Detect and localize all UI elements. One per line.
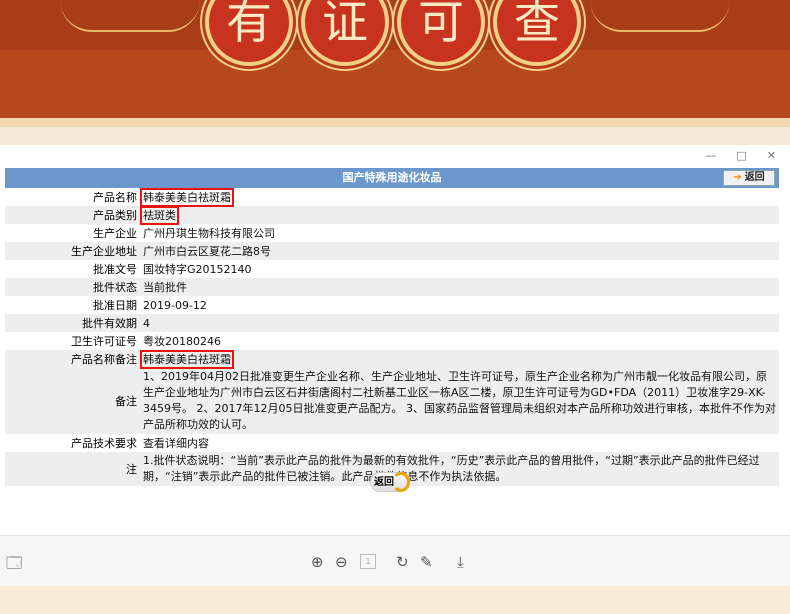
banner-char: 有 — [205, 0, 293, 66]
table-row: 批件有效期 4 — [5, 314, 779, 332]
product-name-value: 韩泰美美白祛斑霜 — [140, 188, 234, 207]
row-label: 批件有效期 — [5, 314, 141, 332]
banner-characters: 有 证 可 查 — [205, 0, 581, 66]
row-label: 批准日期 — [93, 299, 137, 312]
record-title-bar: 国产特殊用途化妆品 ➔ 返回 — [5, 168, 779, 188]
document-window: — □ ✕ 国产特殊用途化妆品 ➔ 返回 产品名称 韩泰美美白祛斑霜 产品类别 祛… — [0, 145, 790, 535]
back-button-bottom[interactable]: 返回 — [370, 472, 410, 492]
close-icon[interactable]: ✕ — [767, 149, 776, 162]
remark-label: 备注 — [5, 368, 141, 434]
back-button-top[interactable]: ➔ 返回 — [723, 170, 775, 186]
product-name-remark-value: 韩泰美美白祛斑霜 — [140, 350, 234, 369]
download-icon[interactable]: ⤓ — [457, 553, 464, 571]
back-button-label: 返回 — [744, 172, 765, 183]
table-row: 批准日期 2019-09-12 — [5, 296, 779, 314]
row-label: 卫生许可证号 — [71, 335, 137, 348]
swirl-icon — [392, 472, 410, 492]
row-value: 粤妆20180246 — [143, 335, 221, 348]
row-value: 韩泰美美白祛斑霜 — [140, 350, 779, 369]
arrow-right-icon: ➔ — [733, 172, 742, 183]
row-value: 2019-09-12 — [143, 298, 207, 312]
zoom-out-icon[interactable]: ⊖ — [335, 553, 348, 571]
row-value: 韩泰美美白祛斑霜 — [140, 188, 779, 207]
banner-char: 证 — [301, 0, 389, 66]
table-row: 批准文号 国妆特字G20152140 — [5, 260, 779, 278]
window-controls: — □ ✕ — [705, 149, 776, 162]
product-category-value: 祛斑类 — [140, 206, 179, 225]
minimize-icon[interactable]: — — [705, 149, 716, 162]
product-record: 国产特殊用途化妆品 ➔ 返回 产品名称 韩泰美美白祛斑霜 产品类别 祛斑类 生产企… — [5, 168, 779, 486]
row-label: 批准文号 — [93, 263, 137, 276]
row-label: 产品名称 — [93, 191, 137, 204]
table-row: 产品类别 祛斑类 — [5, 206, 779, 225]
row-value: 广州市白云区夏花二路8号 — [141, 242, 779, 260]
pencil-icon[interactable]: ✎ — [420, 553, 433, 571]
footer-strip — [0, 586, 790, 614]
row-label: 产品类别 — [5, 206, 141, 224]
row-label: 批件状态 — [5, 278, 141, 296]
row-value: 广州丹琪生物科技有限公司 — [143, 227, 275, 240]
row-value: 当前批件 — [141, 278, 779, 296]
table-row: 产品技术要求 查看详细内容 — [5, 434, 779, 452]
row-value: 祛斑类 — [140, 206, 779, 225]
banner-bottom-trim — [0, 118, 790, 127]
table-row: 备注 1、2019年04月02日批准变更生产企业名称、生产企业地址、卫生许可证号… — [5, 368, 779, 434]
banner-scroll-left — [60, 0, 200, 32]
rotate-icon[interactable]: ↻ — [396, 553, 409, 571]
viewer-toolbar: 🗔 ⊕ ⊖ 1 ↻ ✎ ⤓ — [0, 535, 790, 586]
table-row: 生产企业 广州丹琪生物科技有限公司 — [5, 224, 779, 242]
window-layout-icon[interactable]: 🗔 — [6, 553, 22, 578]
note-label: 注 — [5, 452, 141, 486]
tech-label: 产品技术要求 — [71, 437, 137, 450]
back-button-label: 返回 — [374, 477, 394, 488]
banner-char: 查 — [493, 0, 581, 66]
page-title: 国产特殊用途化妆品 — [342, 171, 442, 184]
table-row: 产品名称 韩泰美美白祛斑霜 — [5, 188, 779, 207]
table-row: 批件状态 当前批件 — [5, 278, 779, 296]
page-box[interactable]: 1 — [360, 554, 376, 569]
record-table: 产品名称 韩泰美美白祛斑霜 产品类别 祛斑类 生产企业 广州丹琪生物科技有限公司… — [5, 188, 779, 486]
tech-details-link[interactable]: 查看详细内容 — [141, 434, 779, 452]
remark-value: 1、2019年04月02日批准变更生产企业名称、生产企业地址、卫生许可证号，原生… — [141, 368, 779, 434]
table-row: 产品名称备注 韩泰美美白祛斑霜 — [5, 350, 779, 369]
row-label: 产品名称备注 — [5, 350, 141, 368]
banner-scroll-right — [590, 0, 730, 32]
row-label: 生产企业 — [93, 227, 137, 240]
table-row: 卫生许可证号 粤妆20180246 — [5, 332, 779, 350]
note-value: 1.批件状态说明：“当前”表示此产品的批件为最新的有效批件，“历史”表示此产品的… — [141, 452, 779, 486]
header-banner: 有 证 可 查 — [0, 0, 790, 127]
banner-char: 可 — [397, 0, 485, 66]
row-value: 4 — [141, 314, 779, 332]
row-value: 国妆特字G20152140 — [143, 263, 252, 276]
zoom-in-icon[interactable]: ⊕ — [311, 553, 324, 571]
row-label: 生产企业地址 — [5, 242, 141, 260]
maximize-icon[interactable]: □ — [736, 149, 746, 162]
table-row: 生产企业地址 广州市白云区夏花二路8号 — [5, 242, 779, 260]
